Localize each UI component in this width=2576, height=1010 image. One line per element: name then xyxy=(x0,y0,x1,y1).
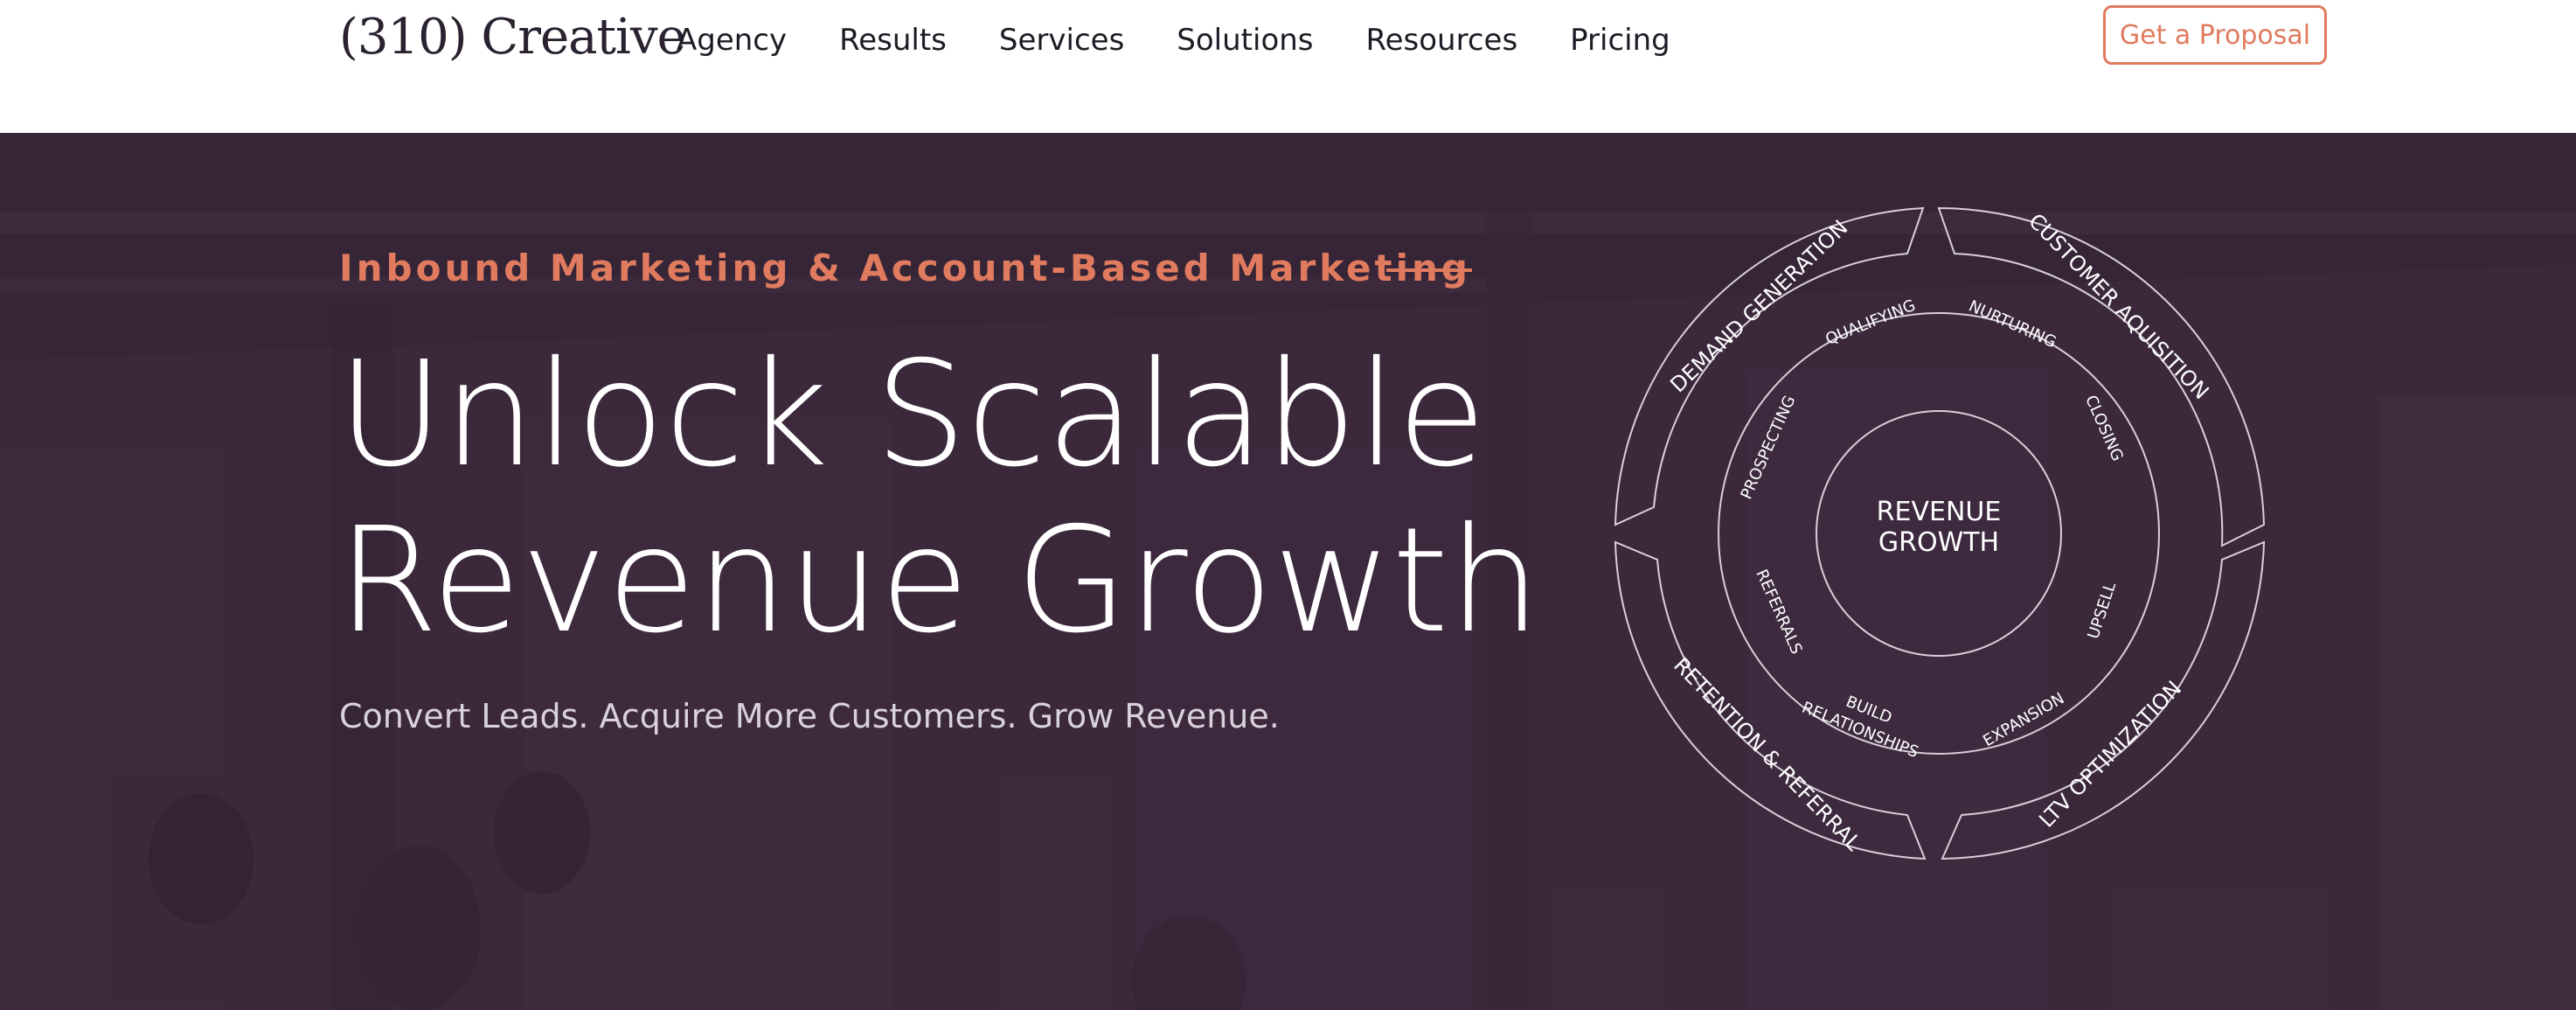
nav-pricing[interactable]: Pricing xyxy=(1570,23,1670,58)
wheel-outer-customer-aquisition: CUSTOMER AQUISITION xyxy=(2024,209,2213,405)
nav-results[interactable]: Results xyxy=(839,23,947,58)
hero-headline: Unlock Scalable Revenue Growth xyxy=(337,332,1541,665)
site-header: (310) Creative Agency Results Services S… xyxy=(0,0,2576,133)
wheel-segment-customer-acquisition xyxy=(1937,206,2266,547)
wheel-inner-nurturing: NURTURING xyxy=(1966,297,2059,352)
main-nav: Agency Results Services Solutions Resour… xyxy=(677,23,1723,58)
wheel-outer-retention-referral: RETENTION & REFERRAL xyxy=(1669,653,1866,856)
nav-solutions[interactable]: Solutions xyxy=(1177,23,1313,58)
wheel-center-line-2: GROWTH xyxy=(1878,527,1999,558)
brand-logo[interactable]: (310) Creative xyxy=(339,9,686,66)
wheel-inner-qualifying: QUALIFYING xyxy=(1823,296,1918,349)
hero-subhead: Convert Leads. Acquire More Customers. G… xyxy=(339,697,1280,735)
wheel-center-line-1: REVENUE xyxy=(1877,497,2002,527)
headline-line-2: Revenue Growth xyxy=(337,497,1541,665)
nav-agency[interactable]: Agency xyxy=(677,23,787,58)
wheel-inner-expansion: EXPANSION xyxy=(1980,689,2067,750)
wheel-inner-closing: CLOSING xyxy=(2081,393,2127,464)
wheel-inner-referrals: REFERRALS xyxy=(1752,567,1805,657)
wheel-segment-demand-generation xyxy=(1614,206,1925,526)
wheel-inner-prospecting: PROSPECTING xyxy=(1737,393,1799,502)
get-proposal-button[interactable]: Get a Proposal xyxy=(2103,5,2327,65)
eyebrow-divider xyxy=(1386,268,1472,272)
wheel-inner-upsell: UPSELL xyxy=(2084,580,2120,641)
headline-line-1: Unlock Scalable xyxy=(337,331,1487,499)
nav-resources[interactable]: Resources xyxy=(1366,23,1518,58)
nav-services[interactable]: Services xyxy=(999,23,1124,58)
hero-eyebrow: Inbound Marketing & Account-Based Market… xyxy=(339,247,1471,289)
revenue-growth-wheel: REVENUE GROWTH DEMAND GENERATION CUSTOME… xyxy=(1614,206,2266,860)
wheel-outer-demand-generation: DEMAND GENERATION xyxy=(1665,215,1852,397)
